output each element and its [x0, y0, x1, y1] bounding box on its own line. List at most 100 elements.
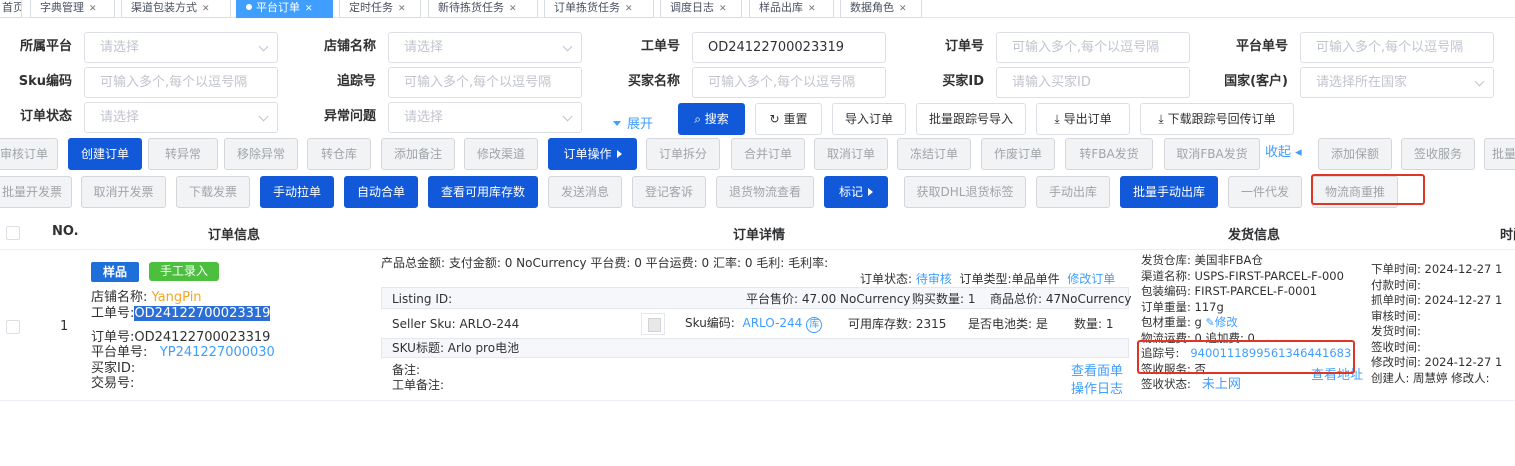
manual-outbound-button[interactable]: 手动出库: [1036, 176, 1110, 208]
product-thumbnail[interactable]: [641, 313, 665, 335]
modify-channel-button[interactable]: 修改渠道: [464, 138, 538, 170]
order-no-label: 订单号:: [91, 330, 135, 345]
download-icon: ⤓: [1054, 112, 1060, 126]
create-order-button[interactable]: 创建订单: [68, 138, 142, 170]
order-no-input[interactable]: 可输入多个,每个以逗号隔: [996, 32, 1190, 63]
add-insurance-button[interactable]: 添加保额: [1318, 138, 1392, 170]
sample-badge: 样品: [91, 262, 144, 287]
quantity: 数量: 1: [1074, 317, 1114, 331]
import-orders-button[interactable]: 导入订单: [832, 103, 906, 135]
tab-new-picking-tasks[interactable]: 新待拣货任务 ✕: [428, 0, 538, 18]
close-icon[interactable]: ✕: [509, 4, 517, 14]
work-no-value[interactable]: OD24122700023319: [134, 306, 271, 321]
freeze-order-button[interactable]: 冻结订单: [897, 138, 971, 170]
tab-sample-outbound[interactable]: 样品出库 ✕: [749, 0, 834, 18]
add-remark-button[interactable]: 添加备注: [381, 138, 455, 170]
close-icon[interactable]: ✕: [202, 4, 210, 14]
tracking-input[interactable]: 可输入多个,每个以逗号隔: [388, 67, 582, 98]
reset-button[interactable]: ↻ 重置: [755, 103, 822, 135]
platform-no-input[interactable]: 可输入多个,每个以逗号隔: [1300, 32, 1494, 63]
buyer-id-input[interactable]: 请输入买家ID: [996, 67, 1190, 98]
shop-value: YangPin: [151, 290, 202, 305]
status-select[interactable]: 请选择: [84, 102, 278, 133]
close-icon[interactable]: ✕: [808, 4, 816, 14]
dropship-button[interactable]: 一件代发: [1228, 176, 1302, 208]
platform-select[interactable]: 请选择: [84, 32, 278, 63]
tab-label: 首页: [2, 1, 22, 14]
close-icon[interactable]: ✕: [719, 4, 727, 14]
edit-material-link[interactable]: ✎修改: [1206, 315, 1238, 329]
order-type-label: 订单类型:: [959, 272, 1012, 286]
operation-log-link[interactable]: 操作日志: [1071, 383, 1123, 397]
shop-label: 店铺名称:: [91, 290, 148, 305]
download-tracking-button[interactable]: ⤓ 下载跟踪号回传订单: [1140, 103, 1294, 135]
buyer-id-label: 买家ID: [942, 74, 984, 89]
close-icon[interactable]: ✕: [398, 4, 406, 14]
sign-service-button[interactable]: 签收服务: [1401, 138, 1475, 170]
dhl-return-label-button[interactable]: 获取DHL退货标签: [904, 176, 1026, 208]
return-logistics-button[interactable]: 退货物流查看: [716, 176, 814, 208]
work-no-input[interactable]: OD24122700023319: [692, 32, 886, 63]
batch-button[interactable]: 批量: [1484, 138, 1515, 170]
view-label-link[interactable]: 查看面单: [1071, 365, 1123, 379]
to-fba-ship-button[interactable]: 转FBA发货: [1065, 138, 1153, 170]
batch-invoice-button[interactable]: 批量开发票: [0, 176, 72, 208]
expand-toggle[interactable]: 展开: [613, 113, 653, 132]
tab-platform-orders[interactable]: 平台订单 ✕: [236, 0, 333, 18]
batch-manual-outbound-button[interactable]: 批量手动出库: [1120, 176, 1218, 208]
edit-order-link[interactable]: 修改订单: [1067, 272, 1115, 286]
platform-no-link[interactable]: YP241227000030: [160, 345, 275, 360]
to-warehouse-button[interactable]: 转仓库: [307, 138, 371, 170]
buyer-name-input[interactable]: 可输入多个,每个以逗号隔: [692, 67, 886, 98]
sku-code-link[interactable]: ARLO-244: [743, 316, 803, 330]
close-icon[interactable]: ✕: [899, 4, 907, 14]
split-order-button[interactable]: 订单拆分: [646, 138, 720, 170]
tab-home[interactable]: 首页: [0, 0, 22, 18]
audit-order-button[interactable]: 审核订单: [0, 138, 58, 170]
search-button[interactable]: ⌕ 搜索: [678, 103, 745, 135]
modify-time: 修改时间: 2024-12-27 1: [1371, 355, 1503, 369]
country-select[interactable]: 请选择所在国家: [1300, 67, 1494, 98]
caret-right-icon: [868, 188, 873, 196]
tab-dictionary[interactable]: 字典管理 ✕: [30, 0, 115, 18]
edit-label: 修改: [1214, 315, 1238, 329]
collapse-toggle[interactable]: 收起 ◂: [1265, 146, 1302, 160]
mark-button[interactable]: 标记: [824, 176, 888, 208]
close-icon[interactable]: ✕: [89, 4, 97, 14]
tab-label: 渠道包装方式: [131, 1, 197, 14]
register-complaint-button[interactable]: 登记客诉: [632, 176, 706, 208]
tab-dispatch-log[interactable]: 调度日志 ✕: [660, 0, 742, 18]
tab-channel-packaging[interactable]: 渠道包装方式 ✕: [121, 0, 231, 18]
placeholder-text: 请选择: [404, 110, 444, 125]
merge-order-button[interactable]: 合并订单: [731, 138, 805, 170]
auto-merge-button[interactable]: 自动合单: [344, 176, 418, 208]
close-icon[interactable]: ✕: [305, 4, 313, 14]
button-label: 订单操作: [563, 147, 612, 161]
cancel-invoice-button[interactable]: 取消开发票: [81, 176, 166, 208]
sku-input[interactable]: 可输入多个,每个以逗号隔: [84, 67, 278, 98]
send-message-button[interactable]: 发送消息: [548, 176, 622, 208]
work-remark-label: 工单备注:: [392, 378, 445, 392]
stock-icon[interactable]: 库: [806, 317, 823, 333]
country-label: 国家(客户): [1224, 74, 1288, 89]
to-exception-button[interactable]: 转异常: [148, 138, 218, 170]
cancel-order-button[interactable]: 取消订单: [814, 138, 888, 170]
manual-pull-button[interactable]: 手动拉单: [260, 176, 334, 208]
remove-exception-button[interactable]: 移除异常: [224, 138, 298, 170]
shop-select[interactable]: 请选择: [388, 32, 582, 63]
issue-select[interactable]: 请选择: [388, 102, 582, 133]
row-checkbox[interactable]: [6, 320, 20, 334]
tab-scheduled-tasks[interactable]: 定时任务 ✕: [339, 0, 421, 18]
cancel-fba-ship-button[interactable]: 取消FBA发货: [1164, 138, 1260, 170]
void-order-button[interactable]: 作废订单: [981, 138, 1055, 170]
select-all-checkbox[interactable]: [6, 226, 20, 240]
tab-data-role[interactable]: 数据角色 ✕: [840, 0, 922, 18]
download-invoice-button[interactable]: 下载发票: [176, 176, 250, 208]
tab-order-picking-tasks[interactable]: 订单拣货任务 ✕: [544, 0, 654, 18]
sku-label: Sku编码: [18, 74, 72, 89]
export-orders-button[interactable]: ⤓ 导出订单: [1036, 103, 1130, 135]
order-operations-button[interactable]: 订单操作: [548, 138, 637, 170]
batch-tracking-import-button[interactable]: 批量跟踪号导入: [916, 103, 1026, 135]
view-stock-button[interactable]: 查看可用库存数: [428, 176, 538, 208]
close-icon[interactable]: ✕: [625, 4, 633, 14]
